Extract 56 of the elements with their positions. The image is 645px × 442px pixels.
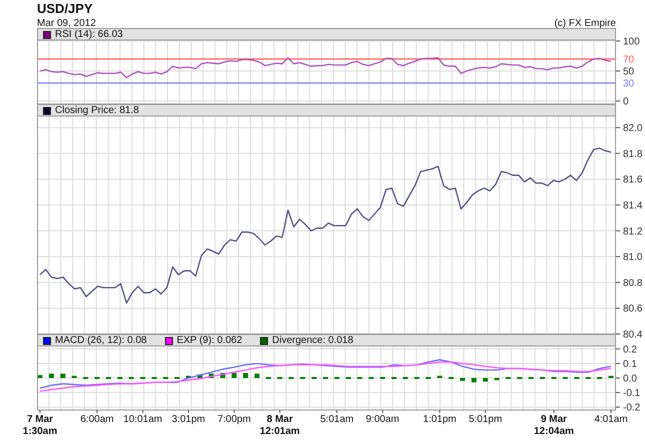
axis-label: 9 Mar 12:04am [534,414,574,437]
axis-label: 5:01pm [468,414,502,425]
histogram-bar [482,378,488,382]
axis-label: 80.4 [623,330,642,340]
axis-label: 3:01pm [172,414,206,425]
histogram-bar [243,372,248,378]
axis-label: 50 [623,66,634,78]
chart-title: USD/JPY [37,0,93,16]
histogram-bar [232,372,237,378]
histogram-bar [460,378,466,381]
legend-label: RSI (14): 66.03 [55,29,123,40]
histogram-bar [197,374,202,378]
histogram-bar [471,378,476,382]
date-label: Mar 09, 2012 [37,18,96,30]
copyright-label: (c) FX Empire [554,18,616,30]
axis-label: 9:00am [366,414,400,425]
histogram-bar [220,372,226,378]
legend-label: Closing Price: 81.8 [55,105,139,116]
axis-label: 81.2 [623,226,642,238]
histogram-bar [608,376,614,378]
histogram-bar [48,374,54,378]
axis-label: 70 [623,54,634,66]
axis-label: 0.2 [623,344,637,356]
axis-label: 7:00pm [217,414,251,425]
axis-label: 8 Mar 12:01am [260,414,300,437]
legend-label: Divergence: 0.018 [272,335,354,346]
axis-label: 10:01am [123,414,162,425]
axis-label: 100 [623,36,640,48]
axis-label: 0.0 [623,374,637,384]
axis-label: 81.4 [623,200,642,212]
legend-label: EXP (9): 0.062 [176,335,242,346]
histogram-bar [186,376,191,378]
axis-label: 7 Mar 1:30am [22,414,58,437]
histogram-bar [72,376,77,378]
axis-label: 4:01am [594,414,628,425]
axis-label: 81.6 [623,174,642,186]
histogram-bar [38,375,42,378]
axis-label: 80.8 [623,278,642,289]
axis-label: 80.6 [623,304,642,315]
axis-label: -0.2 [623,402,640,414]
axis-label: 1:01pm [423,414,456,425]
histogram-bar [254,374,260,378]
axis-label: 30 [623,78,634,90]
axis-label: 5:01am [320,414,354,425]
axis-label: 81.0 [623,252,642,264]
axis-label: 0.1 [623,358,637,370]
axis-label: -0.1 [623,388,640,400]
legend-label: MACD (26, 12): 0.08 [55,335,147,346]
axis-label: 82.0 [623,123,642,134]
histogram-bar [437,376,442,378]
histogram-bar [60,374,66,378]
axis-label: 0 [623,96,629,108]
axis-label: 6:00am [80,414,114,425]
histogram-bar [494,378,500,380]
axis-label: 81.8 [623,148,642,160]
histogram-bar [208,374,214,378]
